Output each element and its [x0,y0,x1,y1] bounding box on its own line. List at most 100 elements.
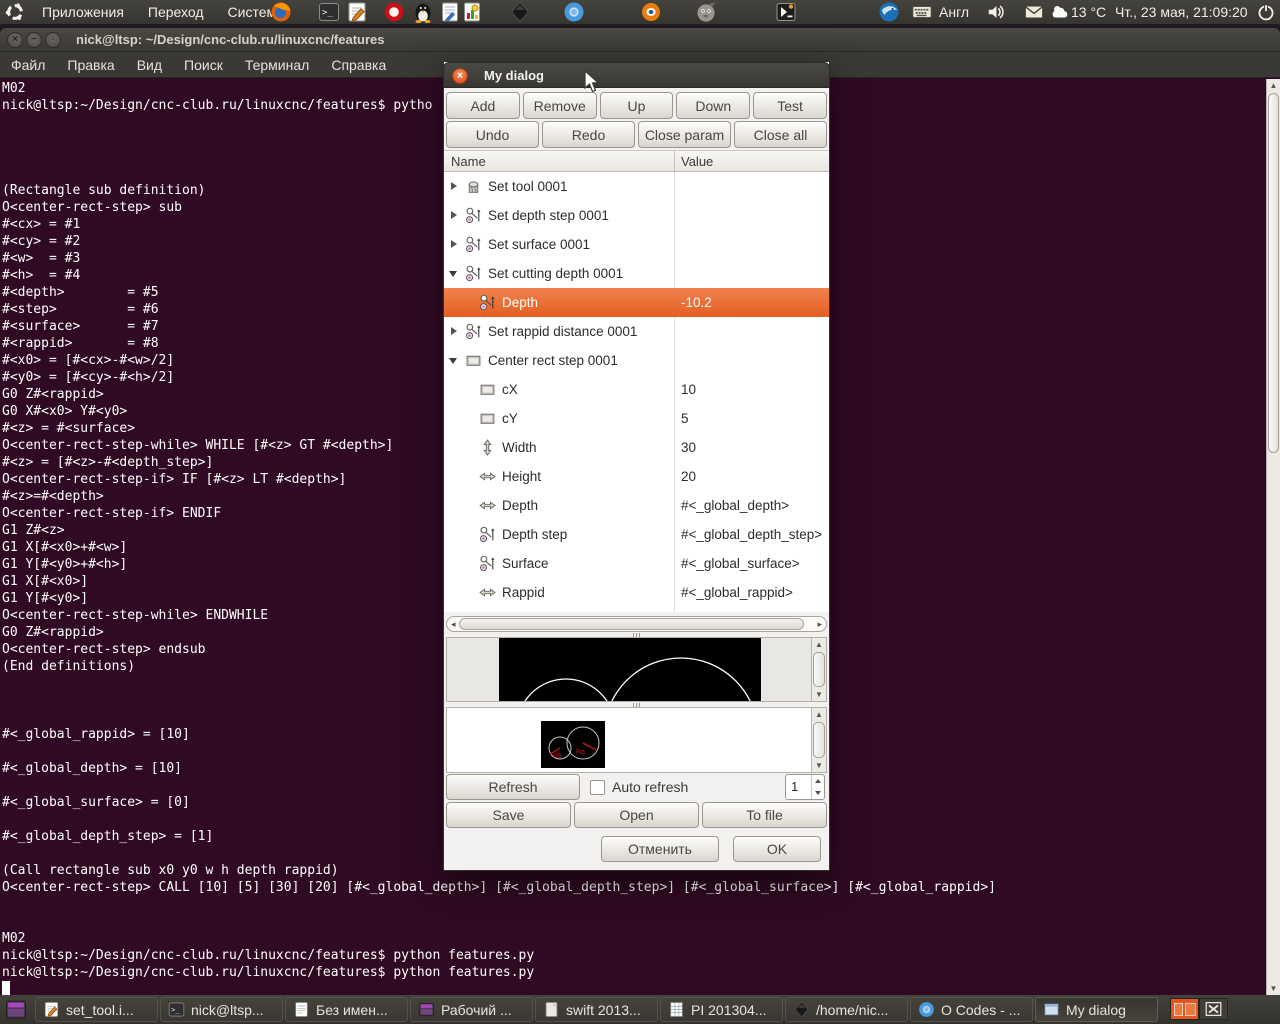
tree-row-set-depth-step-0001[interactable]: Set depth step 0001 [444,201,829,230]
scroll-down-icon[interactable]: ▼ [812,690,826,699]
scroll-up-icon[interactable]: ▲ [812,710,826,719]
tree-row-depth[interactable]: Depth #<_global_depth> [444,491,829,520]
thumbnail-scrollbar[interactable]: ▲ ▼ [811,708,826,772]
add-button[interactable]: Add [446,92,520,119]
window-min-icon[interactable]: − [26,32,42,48]
refresh-interval-spinner[interactable]: 1 [785,774,825,800]
clock[interactable]: Чт., 23 мая, 21:09:20 [1115,0,1248,24]
tree-row-set-cutting-depth-0001[interactable]: Set cutting depth 0001 [444,259,829,288]
inkscape-icon[interactable] [509,1,531,23]
terminal-menu-3[interactable]: Поиск [173,52,234,77]
close-param-button[interactable]: Close param [638,121,731,148]
gedit-icon[interactable] [346,1,368,23]
tree-row-center-rect-step-0001[interactable]: Center rect step 0001 [444,346,829,375]
tree-row-value[interactable]: #<_global_surface> [681,556,800,571]
column-name[interactable]: Name [451,151,486,172]
terminal-menu-5[interactable]: Справка [320,52,397,77]
panel-menu-1[interactable]: Переход [136,0,216,24]
save-button[interactable]: Save [446,802,571,828]
expander-expanded-icon[interactable] [448,267,461,280]
tree-row-value[interactable]: #<_global_rappid> [681,585,793,600]
dialog-titlebar[interactable]: × My dialog [443,62,830,88]
temperature-indicator[interactable]: 13 °C [1071,0,1106,24]
taskbar-item-my-dialog[interactable]: My dialog [1035,997,1158,1022]
tree-row-value[interactable]: #<_global_depth> [681,498,789,513]
keyboard-icon[interactable] [912,2,932,22]
chromium-icon[interactable] [563,1,585,23]
tree-row-value[interactable]: 20 [681,469,696,484]
taskbar-item-рабочий-[interactable]: Рабочий ... [410,997,533,1022]
power-icon[interactable] [1256,2,1276,22]
tree-row-surface[interactable]: Surface #<_global_surface> [444,549,829,578]
tree-row-value[interactable]: 10 [681,382,696,397]
keyboard-layout-indicator[interactable]: Англ [939,0,969,24]
tux-icon[interactable] [412,1,434,24]
column-separator[interactable] [674,151,675,171]
taskbar-item-без-имен-[interactable]: Без имен... [285,997,408,1022]
tree-row-set-surface-0001[interactable]: Set surface 0001 [444,230,829,259]
expander-collapsed-icon[interactable] [448,238,461,251]
tree-horizontal-scrollbar[interactable]: ◂ ▸ [446,616,827,632]
tree-row-value[interactable]: -10.2 [681,295,712,310]
ok-button[interactable]: OK [733,836,821,862]
expander-expanded-icon[interactable] [448,354,461,367]
expander-collapsed-icon[interactable] [448,209,461,222]
writer-doc-icon[interactable] [439,1,461,23]
gimp-icon[interactable] [695,1,717,23]
taskbar-item-o-codes-[interactable]: O Codes - ... [910,997,1033,1022]
window-list-icon[interactable] [4,998,28,1021]
preview-pane-large[interactable]: ▲ ▼ [446,637,827,702]
window-close-icon[interactable]: × [7,32,23,48]
scroll-up-icon[interactable]: ▲ [812,640,826,649]
taskbar-item--home-nic-[interactable]: /home/nic... [785,997,908,1022]
scroll-up-icon[interactable]: ▲ [1267,81,1280,90]
workspace-1[interactable] [1170,998,1199,1020]
tree-row-width[interactable]: Width 30 [444,433,829,462]
terminal-scrollbar[interactable]: ▲ ▼ [1266,79,1280,995]
to-file-button[interactable]: To file [702,802,827,828]
terminal-menu-2[interactable]: Вид [126,52,173,77]
firefox-icon[interactable] [270,1,292,23]
interval-value[interactable]: 1 [791,779,798,794]
up-button[interactable]: Up [599,92,674,119]
refresh-button[interactable]: Refresh [446,774,580,800]
open-button[interactable]: Open [574,802,699,828]
terminal-icon[interactable]: >_ [318,1,340,23]
workspace-2[interactable] [1199,998,1228,1020]
taskbar-item-swift-2013-[interactable]: swift 2013... [535,997,658,1022]
weather-icon[interactable] [1050,2,1070,22]
taskbar-item-pi-201304-[interactable]: PI 201304... [660,997,783,1022]
expander-collapsed-icon[interactable] [448,180,461,193]
scroll-right-icon[interactable]: ▸ [817,618,822,631]
terminal-titlebar[interactable]: × − ▫ nick@ltsp: ~/Design/cnc-club.ru/li… [0,28,1280,52]
terminal-menu-0[interactable]: Файл [0,52,56,77]
tree-row-cx[interactable]: cX 10 [444,375,829,404]
taskbar-item-nick-ltsp-[interactable]: >_ nick@ltsp... [160,997,283,1022]
spinner-arrows-icon[interactable] [811,775,824,799]
column-value[interactable]: Value [681,151,713,172]
tree-row-set-tool-0001[interactable]: Set tool 0001 [444,172,829,201]
panel-menu-0[interactable]: Приложения [30,0,136,24]
cancel-button[interactable]: Отменить [601,836,719,862]
down-button[interactable]: Down [676,92,751,119]
terminal-scrollbar-thumb[interactable] [1268,93,1279,453]
thunderbird-icon[interactable] [878,1,900,23]
tree-row-rappid[interactable]: Rappid #<_global_rappid> [444,578,829,607]
scroll-down-icon[interactable]: ▼ [812,761,826,770]
scroll-down-icon[interactable]: ▼ [1267,984,1280,993]
tree-row-cy[interactable]: cY 5 [444,404,829,433]
impress-doc-icon[interactable] [461,1,483,23]
tree-column-header[interactable]: Name Value [444,150,829,172]
volume-icon[interactable] [986,2,1006,22]
tree-row-depth-step[interactable]: Depth step #<_global_depth_step> [444,520,829,549]
remote-terminal-icon[interactable] [775,1,797,23]
mail-icon[interactable] [1024,2,1044,22]
tree-row-value[interactable]: 5 [681,411,689,426]
tree-row-value[interactable]: 30 [681,440,696,455]
tree-row-value[interactable]: #<_global_depth_step> [681,527,822,542]
test-button[interactable]: Test [753,92,827,119]
expander-collapsed-icon[interactable] [448,325,461,338]
tree-row-set-rappid-distance-0001[interactable]: Set rappid distance 0001 [444,317,829,346]
ubuntu-logo-icon[interactable] [5,2,25,22]
opera-icon[interactable] [383,1,405,23]
